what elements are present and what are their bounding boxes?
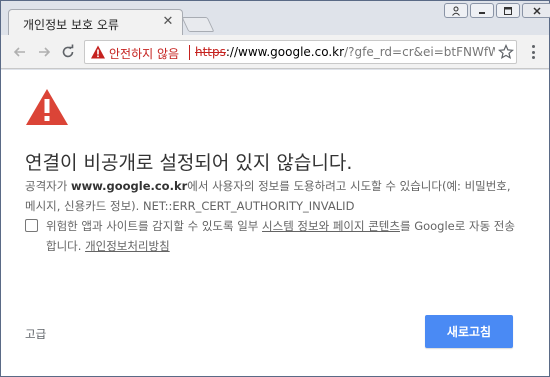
menu-dot [531,45,535,48]
user-profile-button[interactable] [444,3,468,18]
window-controls [444,3,550,19]
back-arrow-icon [13,47,25,57]
close-window-button[interactable] [522,3,550,18]
privacy-policy-link[interactable]: 개인정보처리방침 [85,239,170,253]
url-scheme: https [195,45,226,59]
security-status-label[interactable]: 안전하지 않음 [109,45,179,62]
address-bar[interactable]: 안전하지 않음 https://www.google.co.kr/?gfe_rd… [84,40,517,64]
browser-toolbar: 안전하지 않음 https://www.google.co.kr/?gfe_rd… [1,35,549,69]
close-window-icon [533,6,541,15]
reload-toolbar-button[interactable] [58,42,78,62]
interstitial-content: 연결이 비공개로 설정되어 있지 않습니다. 공격자가 www.google.c… [1,70,549,376]
close-icon[interactable]: ✕ [161,15,175,29]
menu-dot [531,50,535,54]
browser-window: 개인정보 보호 오류 ✕ 안전하지 않음 https://www.google.… [0,0,550,377]
minimize-button[interactable] [470,3,494,18]
page-title: 연결이 비공개로 설정되어 있지 않습니다. [25,152,353,174]
url-host: ://www.google.co.kr [225,45,345,59]
extended-reporting-label: 위험한 앱과 사이트를 감지할 수 있도록 일부 시스템 정보와 페이지 콘텐츠… [46,216,521,256]
tab-privacy-error[interactable]: 개인정보 보호 오류 ✕ [8,9,183,36]
url-path: /?gfe_rd=cr&ei=btFNWfWmMa [344,45,495,59]
scrollbar[interactable] [539,70,549,376]
maximize-icon [504,6,512,15]
desc-host: www.google.co.kr [70,179,188,193]
person-icon [452,6,460,16]
desc-prefix: 공격자가 [25,179,71,193]
tab-title: 개인정보 보호 오류 [23,18,119,32]
menu-button[interactable] [526,43,540,61]
error-description: 공격자가 www.google.co.kr에서 사용자의 정보를 도용하려고 시… [25,176,520,216]
bookmark-star-icon[interactable] [498,44,514,60]
menu-dot [531,56,535,59]
reload-button[interactable]: 새로고침 [425,315,513,348]
warning-triangle-icon[interactable] [90,44,106,60]
forward-arrow-icon [39,47,51,57]
new-tab-button[interactable] [181,17,215,32]
url-text[interactable]: https://www.google.co.kr/?gfe_rd=cr&ei=b… [195,45,495,59]
extended-reporting-checkbox[interactable] [25,219,38,232]
back-button[interactable] [10,42,30,62]
maximize-button[interactable] [496,3,520,18]
advanced-button[interactable]: 고급 [25,326,46,342]
large-warning-icon [26,89,68,125]
omnibox-separator [189,45,190,60]
system-info-link[interactable]: 시스템 정보와 페이지 콘텐츠 [262,219,400,233]
minimize-icon [479,11,485,14]
reload-icon [62,44,74,58]
forward-button[interactable] [34,42,54,62]
checkbox-prefix: 위험한 앱과 사이트를 감지할 수 있도록 일부 [46,219,263,233]
tab-strip: 개인정보 보호 오류 ✕ [1,1,550,36]
